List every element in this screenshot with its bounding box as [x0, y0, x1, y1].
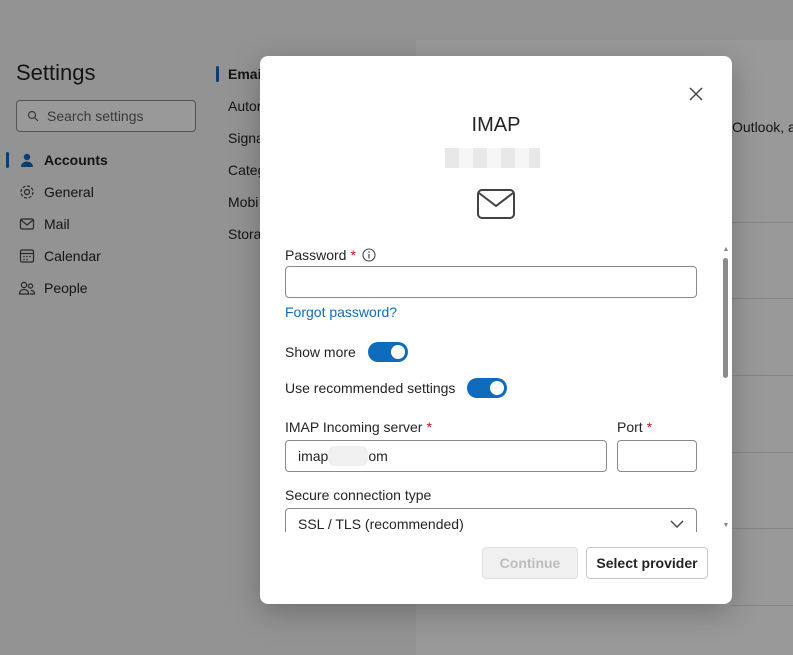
imap-dialog: IMAP Password * Forgot password? Show mo…	[260, 56, 732, 604]
required-marker: *	[350, 247, 356, 263]
secure-connection-label: Secure connection type	[285, 487, 432, 503]
port-label-text: Port	[617, 419, 643, 435]
secure-connection-value: SSL / TLS (recommended)	[298, 516, 464, 532]
show-more-row: Show more	[285, 342, 408, 362]
close-icon	[689, 87, 703, 106]
chevron-down-icon	[670, 516, 684, 532]
incoming-server-field[interactable]: imap om	[285, 440, 607, 472]
dialog-form: Password * Forgot password? Show more Us…	[285, 242, 725, 532]
password-field[interactable]	[285, 266, 697, 298]
scroll-thumb[interactable]	[723, 258, 728, 378]
redacted-patch	[328, 446, 369, 466]
server-value-suffix: om	[368, 448, 388, 464]
server-value-prefix: imap	[298, 448, 329, 464]
incoming-server-label-text: IMAP Incoming server	[285, 419, 423, 435]
recommended-settings-label: Use recommended settings	[285, 380, 456, 396]
required-marker: *	[426, 419, 432, 435]
account-email	[445, 148, 540, 168]
close-button[interactable]	[686, 86, 706, 106]
required-marker: *	[646, 419, 653, 435]
incoming-server-label: IMAP Incoming server *	[285, 419, 432, 435]
continue-button[interactable]: Continue	[482, 547, 578, 579]
show-more-label: Show more	[285, 344, 356, 360]
dialog-scrollbar[interactable]: ▲ ▼	[721, 246, 731, 530]
select-provider-button[interactable]: Select provider	[586, 547, 708, 579]
dialog-title: IMAP	[471, 114, 521, 136]
port-field[interactable]	[617, 440, 697, 472]
scroll-down-arrow[interactable]: ▼	[722, 522, 730, 530]
password-label: Password *	[285, 247, 376, 263]
show-more-toggle[interactable]	[367, 342, 408, 362]
forgot-password-link[interactable]: Forgot password?	[285, 304, 397, 320]
recommended-settings-toggle[interactable]	[467, 378, 508, 398]
port-label: Port *	[617, 419, 652, 435]
password-label-text: Password	[285, 247, 347, 263]
recommended-settings-row: Use recommended settings	[285, 378, 508, 398]
envelope-icon	[476, 188, 516, 220]
secure-connection-select[interactable]: SSL / TLS (recommended)	[285, 508, 697, 532]
info-icon[interactable]	[362, 248, 376, 262]
scroll-up-arrow[interactable]: ▲	[722, 246, 730, 254]
